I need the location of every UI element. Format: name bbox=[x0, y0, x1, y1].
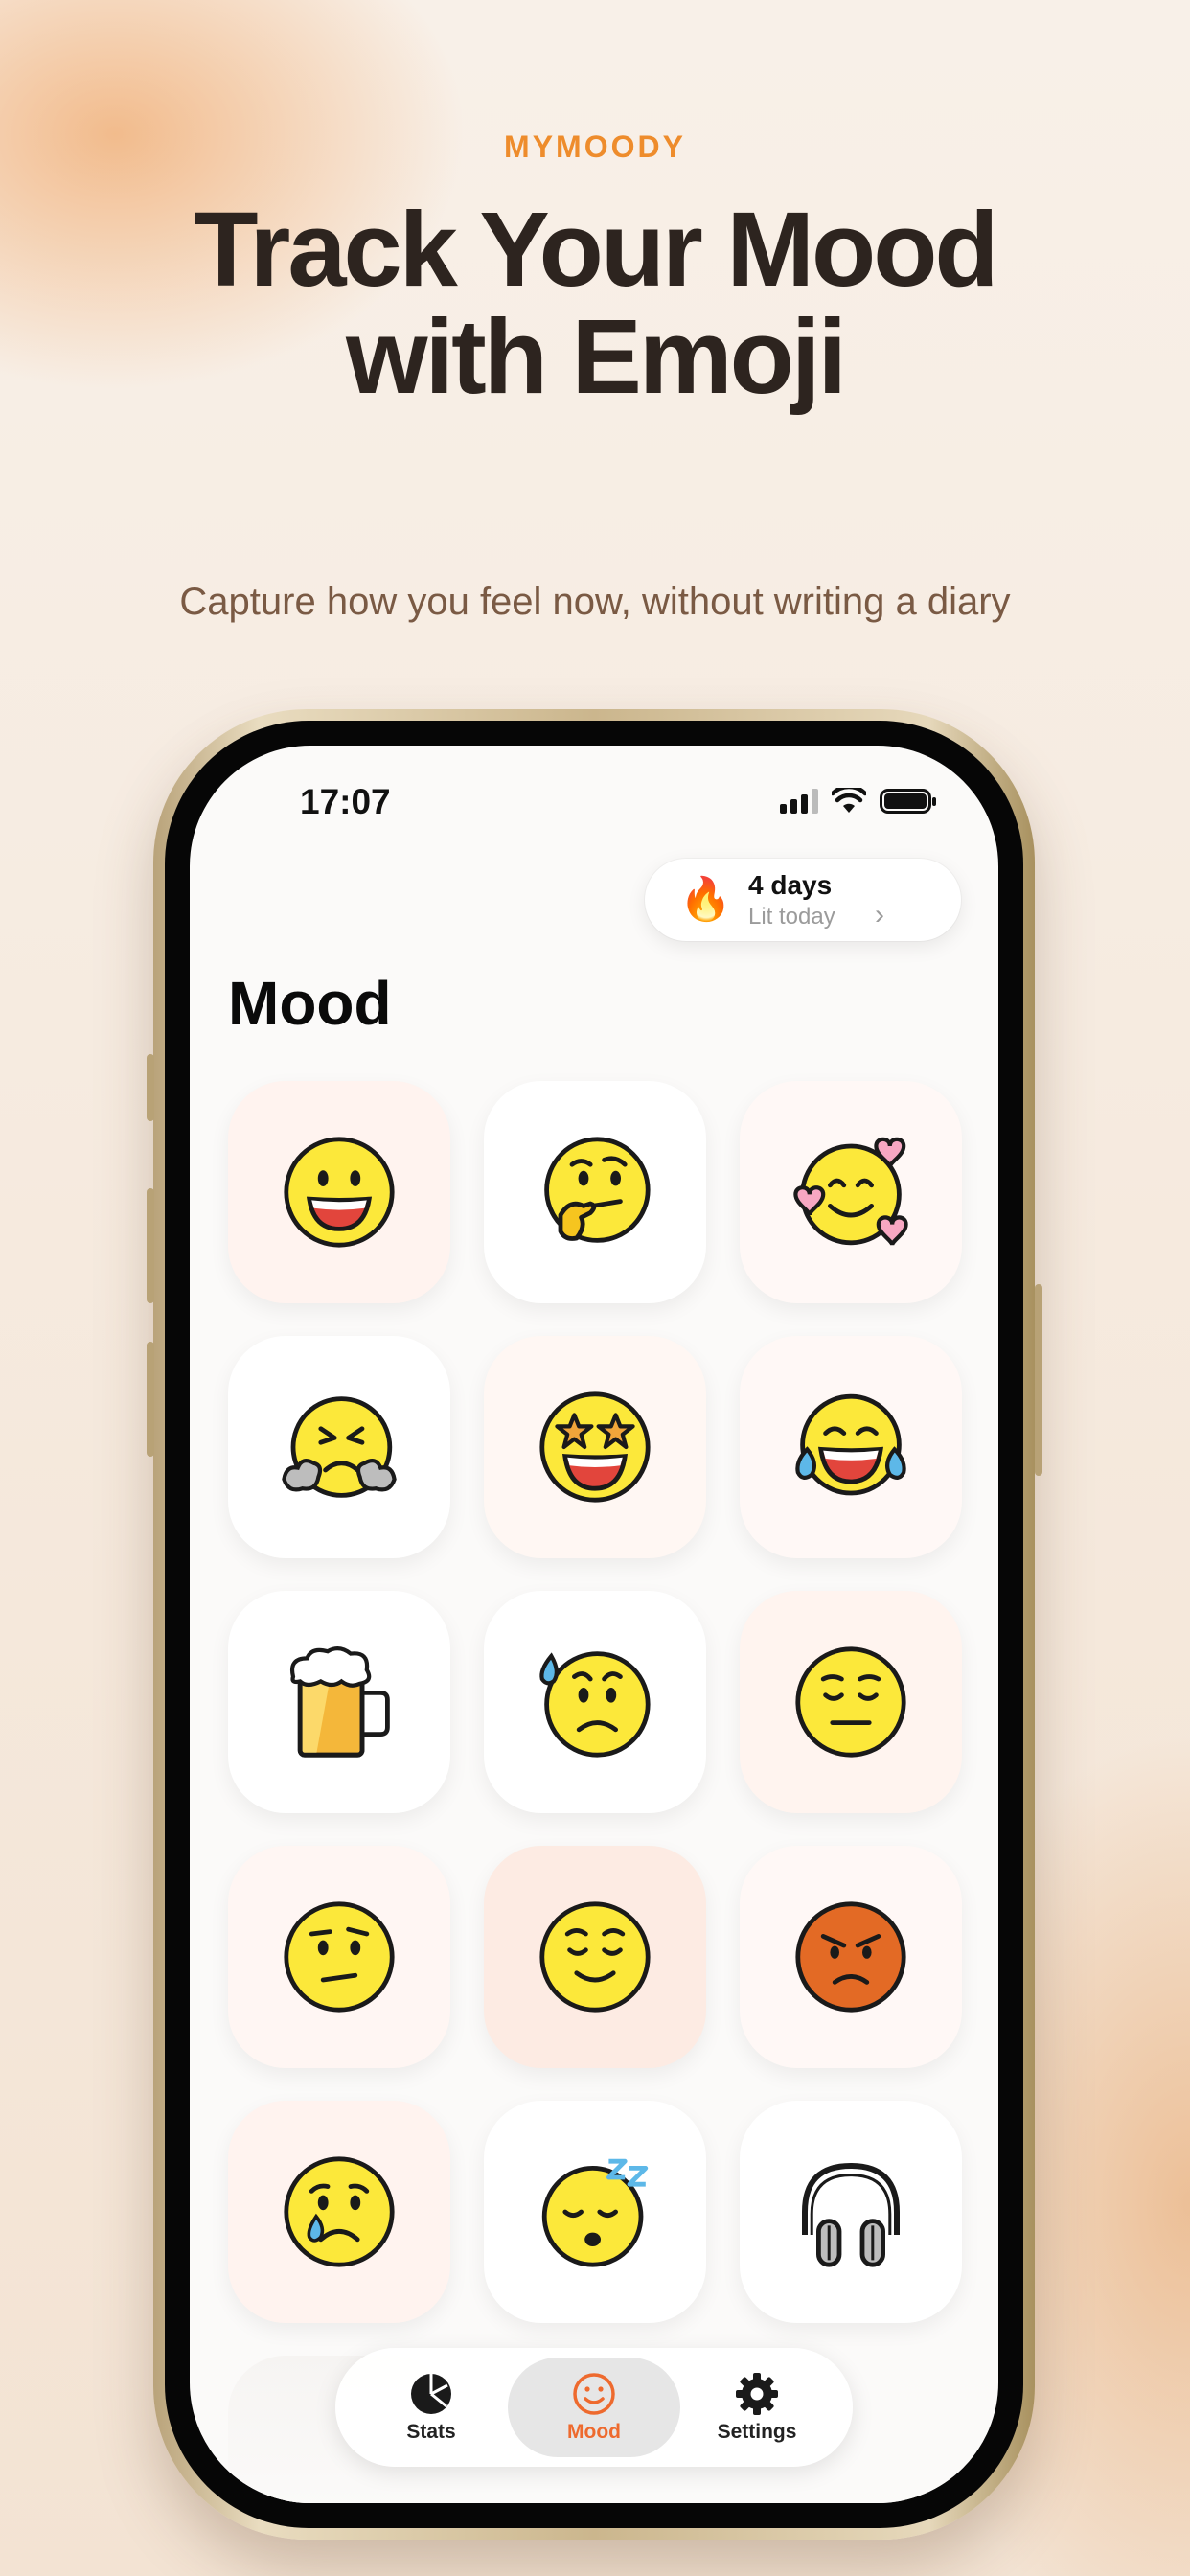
tab-stats[interactable]: Stats bbox=[345, 2358, 517, 2457]
tab-mood-label: Mood bbox=[567, 2421, 621, 2443]
power-button bbox=[1035, 1284, 1042, 1476]
page-title: Mood bbox=[228, 969, 392, 1038]
mood-tile[interactable] bbox=[484, 1081, 706, 1303]
mood-tile[interactable] bbox=[228, 1081, 450, 1303]
mood-tile[interactable] bbox=[484, 1846, 706, 2068]
gear-icon bbox=[736, 2373, 778, 2415]
anxious-sweat-face-icon bbox=[539, 1651, 651, 1758]
smiling-face-with-hearts-icon bbox=[793, 1137, 908, 1246]
mood-tile[interactable] bbox=[228, 1591, 450, 1813]
star-struck-face-icon bbox=[539, 1392, 651, 1503]
brand-name: MYMOODY bbox=[504, 129, 686, 164]
volume-up-button bbox=[147, 1188, 154, 1303]
battery-icon bbox=[880, 789, 936, 814]
tab-settings[interactable]: Settings bbox=[671, 2358, 843, 2457]
mood-tile[interactable] bbox=[228, 1846, 450, 2068]
streak-badge[interactable]: 🔥 4 days Lit today › bbox=[645, 859, 961, 941]
face-with-steam-icon bbox=[282, 1396, 397, 1498]
phone-screen: 17:07 🔥 4 days Lit today › Mood Stats Mo… bbox=[190, 746, 998, 2503]
mood-tile[interactable] bbox=[740, 1081, 962, 1303]
headline-line-2: with Emoji bbox=[346, 298, 847, 416]
headline: Track Your Mood with Emoji bbox=[0, 196, 1190, 411]
tab-bar: Stats Mood Settings bbox=[335, 2348, 853, 2467]
action-button bbox=[147, 1054, 154, 1121]
status-icons bbox=[780, 788, 936, 815]
streak-days: 4 days bbox=[748, 870, 833, 900]
mood-tile[interactable] bbox=[228, 1336, 450, 1558]
headphones-icon bbox=[802, 2162, 900, 2267]
mood-tile[interactable] bbox=[740, 1336, 962, 1558]
mood-tile[interactable] bbox=[740, 2101, 962, 2323]
fire-icon: 🔥 bbox=[679, 876, 732, 923]
grinning-face-icon bbox=[284, 1137, 395, 1248]
beer-mug-icon bbox=[290, 1646, 390, 1758]
volume-down-button bbox=[147, 1342, 154, 1457]
tab-mood[interactable]: Mood bbox=[508, 2358, 680, 2457]
wifi-icon bbox=[832, 788, 866, 813]
crying-face-icon bbox=[284, 2156, 395, 2267]
streak-subtitle: Lit today bbox=[748, 904, 835, 930]
tab-settings-label: Settings bbox=[717, 2421, 797, 2443]
tears-of-joy-face-icon bbox=[795, 1393, 906, 1496]
relieved-face-icon bbox=[795, 1646, 906, 1758]
status-time: 17:07 bbox=[300, 782, 391, 821]
cellular-signal-icon bbox=[780, 789, 818, 814]
thinking-face-icon bbox=[544, 1137, 651, 1243]
mood-tile[interactable] bbox=[228, 2101, 450, 2323]
smiley-icon bbox=[573, 2373, 615, 2415]
pie-chart-icon bbox=[411, 2374, 451, 2414]
mood-tile[interactable] bbox=[484, 1591, 706, 1813]
mood-tile[interactable] bbox=[484, 2101, 706, 2323]
content-face-icon bbox=[539, 1901, 651, 2012]
mood-tile[interactable] bbox=[740, 1591, 962, 1813]
headline-line-1: Track Your Mood bbox=[194, 191, 998, 309]
subheadline: Capture how you feel now, without writin… bbox=[179, 581, 1011, 623]
tab-stats-label: Stats bbox=[406, 2421, 456, 2443]
angry-face-icon bbox=[795, 1901, 906, 2012]
mood-tile[interactable] bbox=[484, 1336, 706, 1558]
chevron-right-icon: › bbox=[875, 899, 884, 931]
mood-tile[interactable] bbox=[740, 1846, 962, 2068]
confused-face-icon bbox=[284, 1901, 395, 2012]
sleeping-face-icon bbox=[541, 2158, 649, 2267]
